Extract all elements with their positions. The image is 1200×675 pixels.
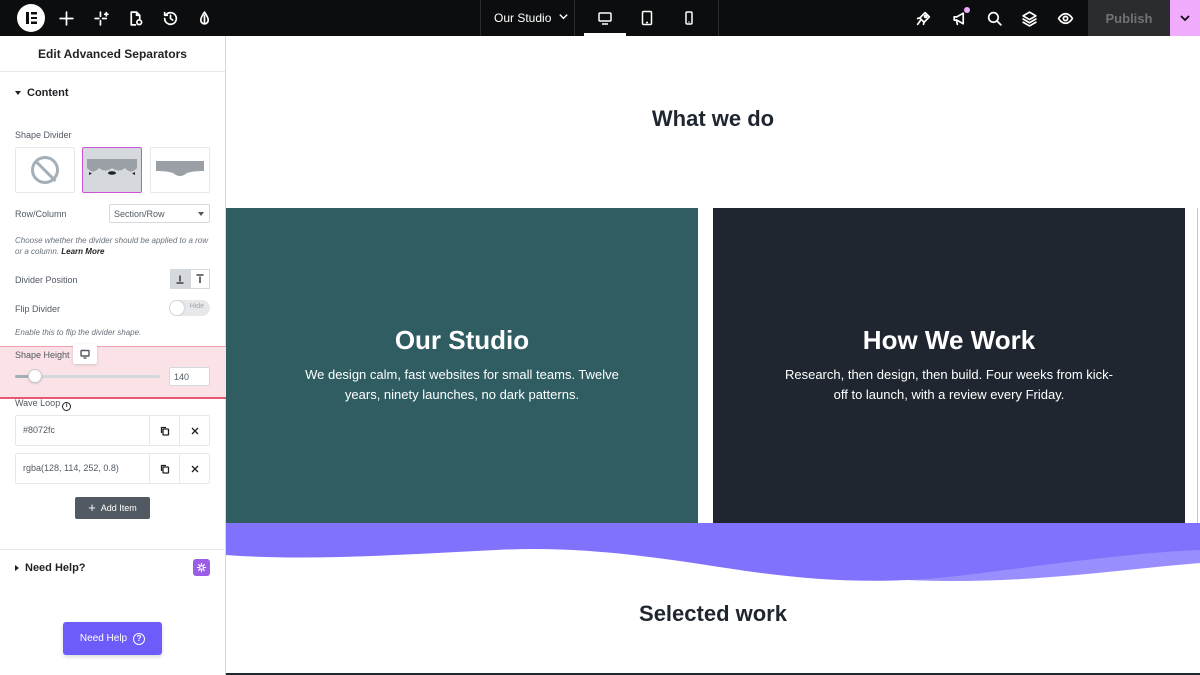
card-text: We design calm, fast websites for small … bbox=[305, 367, 619, 402]
need-help-button-label: Need Help bbox=[79, 633, 128, 644]
row-column-description-text: Choose whether the divider should be app… bbox=[15, 236, 209, 256]
shape-option-wave[interactable] bbox=[82, 147, 142, 193]
megaphone-icon[interactable] bbox=[949, 7, 970, 28]
shape-height-label: Shape Height bbox=[15, 350, 70, 360]
eye-icon[interactable] bbox=[1055, 8, 1075, 28]
info-icon[interactable]: i bbox=[62, 402, 72, 411]
shape-divider-label: Shape Divider bbox=[15, 130, 72, 140]
position-top-button[interactable] bbox=[190, 269, 210, 289]
plus-icon[interactable] bbox=[56, 8, 76, 28]
divider-position-label: Divider Position bbox=[15, 275, 78, 285]
desktop-icon[interactable] bbox=[584, 0, 626, 36]
toggle-knob bbox=[170, 301, 184, 315]
row-column-label: Row/Column bbox=[15, 209, 67, 219]
tablet-icon[interactable] bbox=[626, 0, 668, 36]
content-section-title: Content bbox=[27, 87, 69, 99]
editor-panel: Edit Advanced Separators Content Shape D… bbox=[0, 36, 226, 675]
notification-badge bbox=[964, 7, 970, 13]
plus-icon: + bbox=[88, 500, 96, 515]
top-align-icon bbox=[196, 274, 204, 283]
no-divider-icon bbox=[31, 156, 59, 184]
copy-icon[interactable] bbox=[149, 454, 179, 483]
desktop-icon bbox=[80, 349, 90, 359]
caret-right-icon bbox=[15, 565, 19, 571]
curve-shape-icon bbox=[156, 161, 204, 176]
copy-icon[interactable] bbox=[149, 416, 179, 445]
sparkle-icon[interactable] bbox=[91, 8, 111, 28]
section-heading[interactable]: What we do bbox=[226, 106, 1200, 132]
flip-divider-label: Flip Divider bbox=[15, 304, 61, 314]
shape-option-none[interactable] bbox=[15, 147, 75, 193]
shape-height-input[interactable]: 140 bbox=[169, 367, 210, 386]
learn-more-link[interactable]: Learn More bbox=[61, 247, 104, 256]
divider bbox=[718, 0, 719, 36]
chevron-down-icon bbox=[1180, 15, 1190, 22]
caret-down-icon bbox=[15, 91, 21, 95]
position-bottom-button[interactable] bbox=[170, 269, 190, 289]
contrast-icon[interactable] bbox=[194, 8, 214, 28]
flip-divider-toggle[interactable]: Hide bbox=[169, 300, 210, 316]
add-item-label: Add Item bbox=[100, 503, 137, 513]
card-title: Our Studio bbox=[394, 325, 530, 355]
document-title: Our Studio bbox=[494, 11, 552, 25]
question-icon: ? bbox=[133, 632, 146, 645]
top-bar: Our Studio Publish bbox=[0, 0, 1200, 36]
section-heading[interactable]: Selected work bbox=[226, 601, 1200, 627]
wave-item-title: #8072fc bbox=[23, 425, 56, 435]
selection-outline bbox=[1197, 208, 1198, 524]
card-text: Research, then design, then build. Four … bbox=[784, 367, 1114, 402]
wave-item-title: rgba(128, 114, 252, 0.8) bbox=[23, 463, 119, 473]
panel-title: Edit Advanced Separators bbox=[0, 36, 225, 72]
add-item-button[interactable]: + Add Item bbox=[75, 497, 150, 519]
page-settings-icon[interactable] bbox=[125, 8, 145, 28]
close-icon[interactable] bbox=[179, 454, 209, 483]
shape-height-slider[interactable] bbox=[15, 369, 160, 383]
elementor-logo-icon[interactable] bbox=[17, 4, 45, 32]
row-column-description: Choose whether the divider should be app… bbox=[15, 235, 210, 257]
card-our-studio[interactable]: Our Studio We design calm, fast websites… bbox=[226, 208, 698, 524]
wave-item[interactable]: rgba(128, 114, 252, 0.8) bbox=[15, 453, 210, 484]
need-help-section-toggle[interactable]: Need Help? bbox=[15, 562, 86, 574]
publish-options-button[interactable] bbox=[1170, 0, 1200, 36]
publish-button[interactable]: Publish bbox=[1088, 0, 1170, 36]
page-canvas: What we do Our Studio We design calm, fa… bbox=[226, 36, 1200, 675]
card-how-we-work[interactable]: How We Work Research, then design, then … bbox=[713, 208, 1185, 524]
wave-loop-label-text: Wave Loop bbox=[15, 398, 61, 408]
history-icon[interactable] bbox=[160, 8, 180, 28]
wave-divider[interactable] bbox=[226, 523, 1200, 598]
search-icon[interactable] bbox=[984, 8, 1004, 28]
wave-shape-icon bbox=[87, 159, 137, 175]
content-section-toggle[interactable]: Content bbox=[15, 87, 69, 99]
layers-icon[interactable] bbox=[1019, 8, 1039, 28]
need-help-button[interactable]: Need Help ? bbox=[63, 622, 162, 655]
shape-option-curve[interactable] bbox=[150, 147, 210, 193]
card-title: How We Work bbox=[862, 325, 1036, 355]
wave-item[interactable]: #8072fc bbox=[15, 415, 210, 446]
chevron-down-icon bbox=[558, 11, 569, 25]
flip-divider-description: Enable this to flip the divider shape. bbox=[15, 328, 142, 337]
document-title-dropdown[interactable]: Our Studio bbox=[480, 0, 575, 36]
wave-loop-label: Wave Loop i bbox=[15, 398, 72, 411]
bottom-align-icon bbox=[176, 275, 184, 284]
responsive-device-button[interactable] bbox=[73, 344, 97, 364]
help-widget-icon[interactable] bbox=[193, 559, 210, 576]
rocket-icon[interactable] bbox=[913, 8, 933, 28]
row-column-select[interactable]: Section/Row bbox=[109, 204, 210, 223]
divider bbox=[0, 549, 226, 550]
close-icon[interactable] bbox=[179, 416, 209, 445]
wave-layer-secondary bbox=[226, 523, 1200, 581]
need-help-section-title: Need Help? bbox=[25, 562, 86, 574]
toggle-state-text: Hide bbox=[189, 303, 204, 310]
mobile-icon[interactable] bbox=[668, 0, 710, 36]
